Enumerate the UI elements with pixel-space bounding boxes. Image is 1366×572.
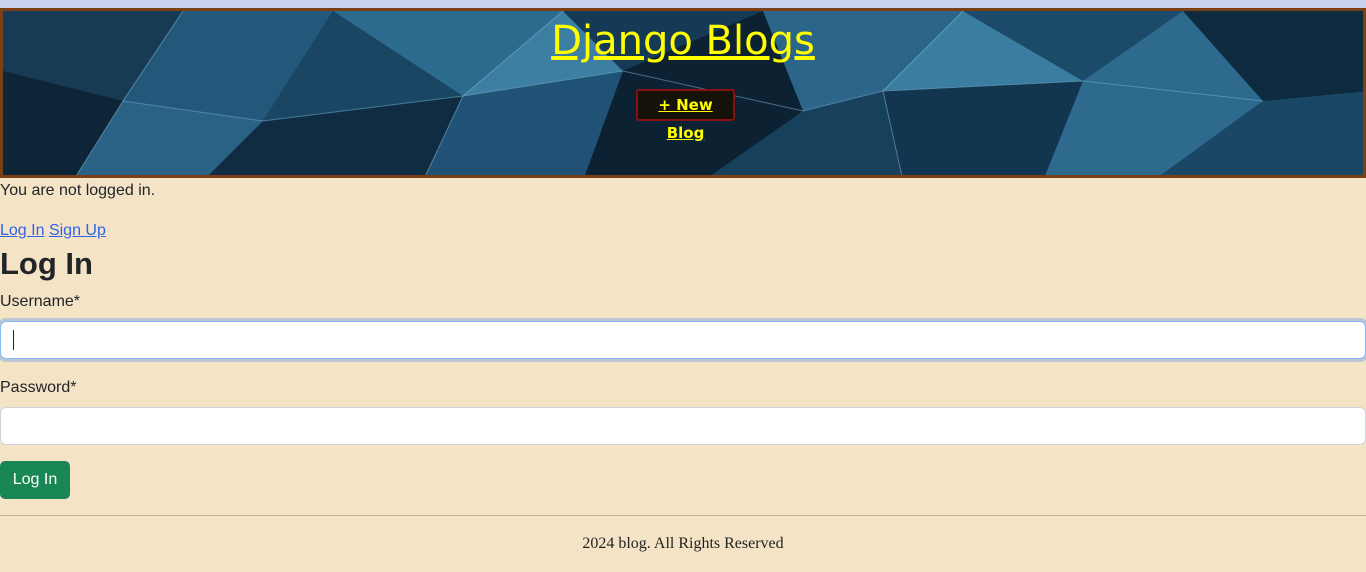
page-title: Log In	[0, 246, 93, 281]
login-link[interactable]: Log In	[0, 222, 44, 239]
new-blog-button[interactable]: + New Blog	[636, 89, 735, 142]
site-header-banner: Django Blogs + New Blog	[0, 8, 1366, 178]
auth-links: Log In Sign Up	[0, 220, 106, 242]
browser-top-strip	[0, 0, 1366, 8]
login-submit-button[interactable]: Log In	[0, 461, 70, 499]
footer-text: 2024 blog. All Rights Reserved	[582, 535, 784, 552]
password-label: Password*	[0, 379, 77, 396]
username-label: Username*	[0, 293, 81, 310]
signup-link[interactable]: Sign Up	[49, 222, 106, 239]
login-status-text: You are not logged in.	[0, 182, 156, 199]
username-input[interactable]	[0, 321, 1366, 359]
site-title-link[interactable]: Django Blogs	[3, 17, 1363, 65]
password-input[interactable]	[0, 407, 1366, 445]
footer-divider	[0, 515, 1366, 516]
text-caret	[13, 330, 14, 350]
